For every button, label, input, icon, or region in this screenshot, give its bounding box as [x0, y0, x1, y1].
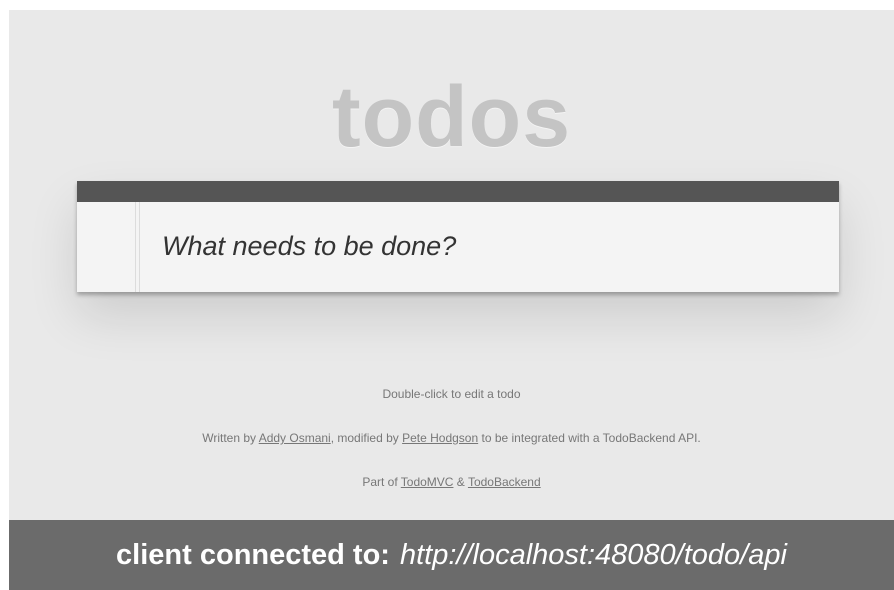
part-of-prefix: Part of: [362, 475, 401, 489]
todo-app-panel: [77, 181, 839, 292]
connection-label: client connected to:: [116, 538, 390, 571]
todo-page: todos Double-click to edit a todo Writte…: [9, 10, 894, 520]
connection-status-bar: client connected to: http://localhost:48…: [9, 520, 894, 590]
todobackend-link[interactable]: TodoBackend: [468, 475, 541, 489]
credits: Written by Addy Osmani, modified by Pete…: [9, 431, 894, 445]
edit-hint: Double-click to edit a todo: [9, 387, 894, 401]
credits-middle: , modified by: [330, 431, 403, 445]
connection-url: http://localhost:48080/todo/api: [399, 538, 787, 571]
ampersand: &: [453, 475, 468, 489]
app-title: todos: [331, 69, 572, 165]
part-of: Part of TodoMVC & TodoBackend: [9, 475, 894, 489]
author-link[interactable]: Addy Osmani: [259, 431, 331, 445]
new-todo-input[interactable]: [162, 227, 802, 265]
margin-line: [135, 202, 140, 292]
todomvc-link[interactable]: TodoMVC: [401, 475, 454, 489]
header-bar: [77, 181, 839, 202]
credits-suffix: to be integrated with a TodoBackend API.: [478, 431, 701, 445]
edit-hint-text: Double-click to edit a todo: [382, 387, 521, 401]
modifier-link[interactable]: Pete Hodgson: [402, 431, 478, 445]
credits-prefix: Written by: [202, 431, 259, 445]
